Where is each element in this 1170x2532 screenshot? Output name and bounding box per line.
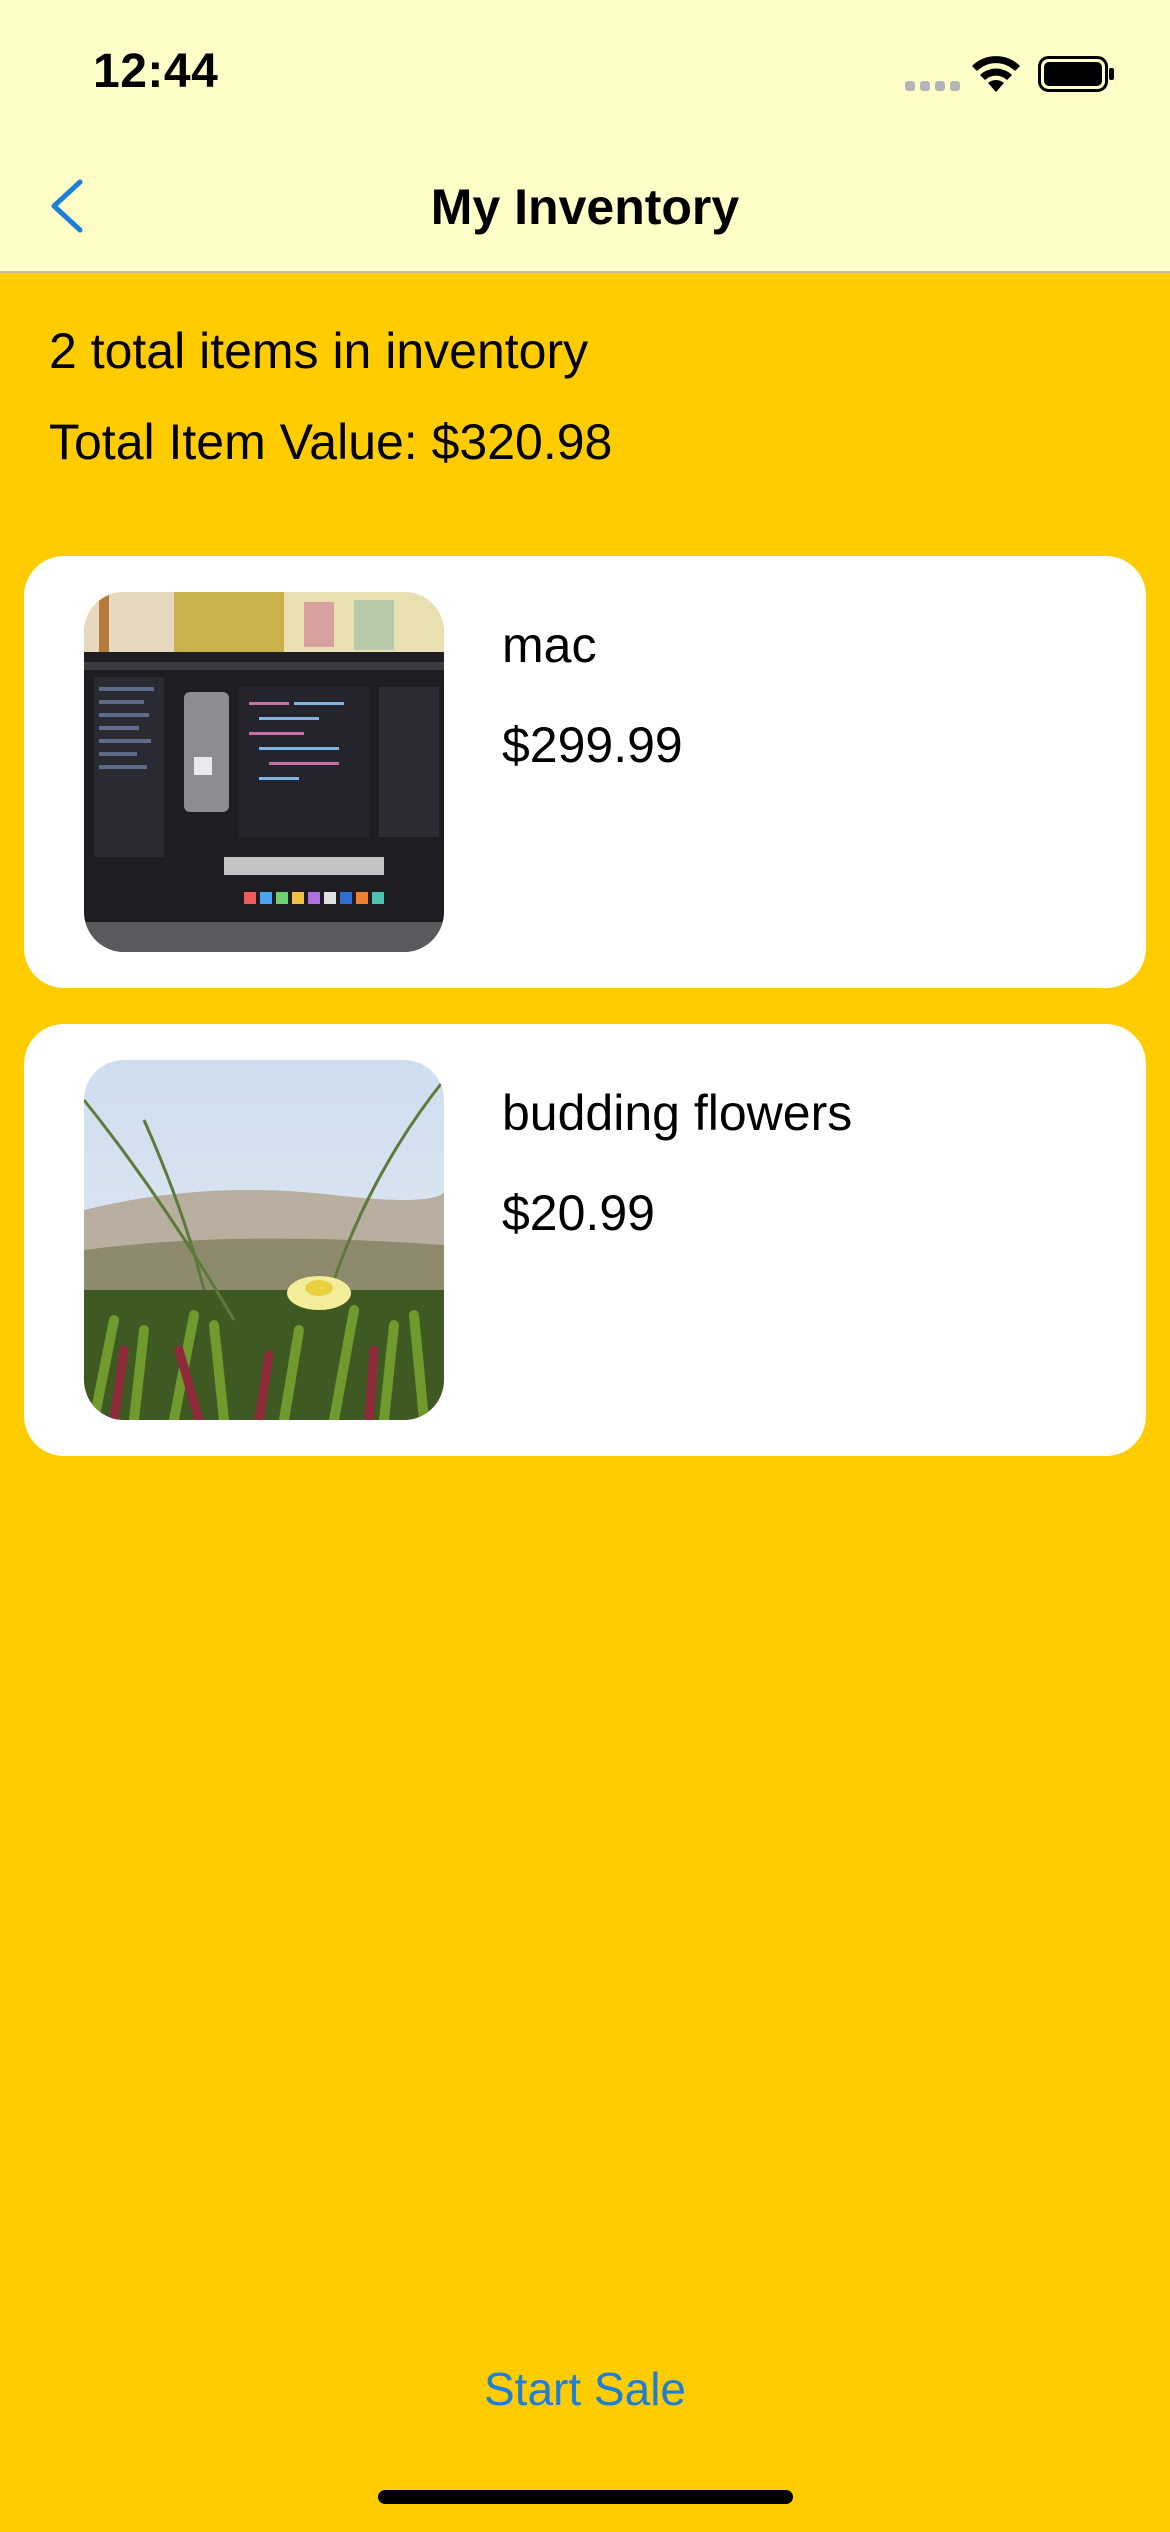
item-price: $299.99 xyxy=(502,717,683,773)
page-title: My Inventory xyxy=(430,179,740,235)
navigation-bar: My Inventory xyxy=(0,140,1170,273)
item-name: budding flowers xyxy=(502,1085,853,1141)
status-time: 12:44 xyxy=(93,45,219,98)
start-sale-button[interactable]: Start Sale xyxy=(0,2362,1170,2416)
wifi-icon xyxy=(972,56,1020,92)
item-price: $20.99 xyxy=(502,1185,655,1241)
inventory-item-card[interactable]: budding flowers $20.99 xyxy=(24,1024,1146,1456)
cellular-signal-icon xyxy=(905,81,960,91)
inventory-total-value-text: Total Item Value: $320.98 xyxy=(49,414,613,470)
item-thumbnail-image xyxy=(84,1060,444,1420)
status-bar: 12:44 xyxy=(0,0,1170,140)
item-thumbnail-image xyxy=(84,592,444,952)
item-name: mac xyxy=(502,617,597,673)
inventory-item-card[interactable]: mac $299.99 xyxy=(24,556,1146,988)
home-indicator[interactable] xyxy=(378,2490,793,2504)
inventory-count-text: 2 total items in inventory xyxy=(49,323,589,379)
battery-icon xyxy=(1038,56,1114,92)
